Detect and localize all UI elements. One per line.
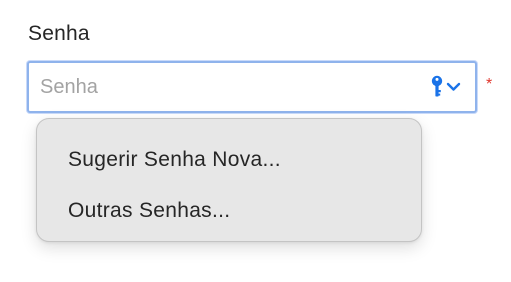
key-icon (431, 75, 443, 99)
password-form: Senha * Sugerir Senha Nova... Outras Sen… (0, 0, 511, 282)
password-label: Senha (28, 22, 90, 45)
password-input[interactable] (29, 63, 420, 111)
password-autofill-button[interactable] (425, 71, 467, 103)
chevron-down-icon (446, 82, 461, 92)
menu-item-suggest-new-password[interactable]: Sugerir Senha Nova... (37, 144, 421, 195)
menu-item-other-passwords[interactable]: Outras Senhas... (37, 195, 421, 246)
required-indicator: * (486, 76, 493, 93)
password-suggestion-menu: Sugerir Senha Nova... Outras Senhas... (36, 118, 422, 242)
password-field (27, 61, 477, 113)
